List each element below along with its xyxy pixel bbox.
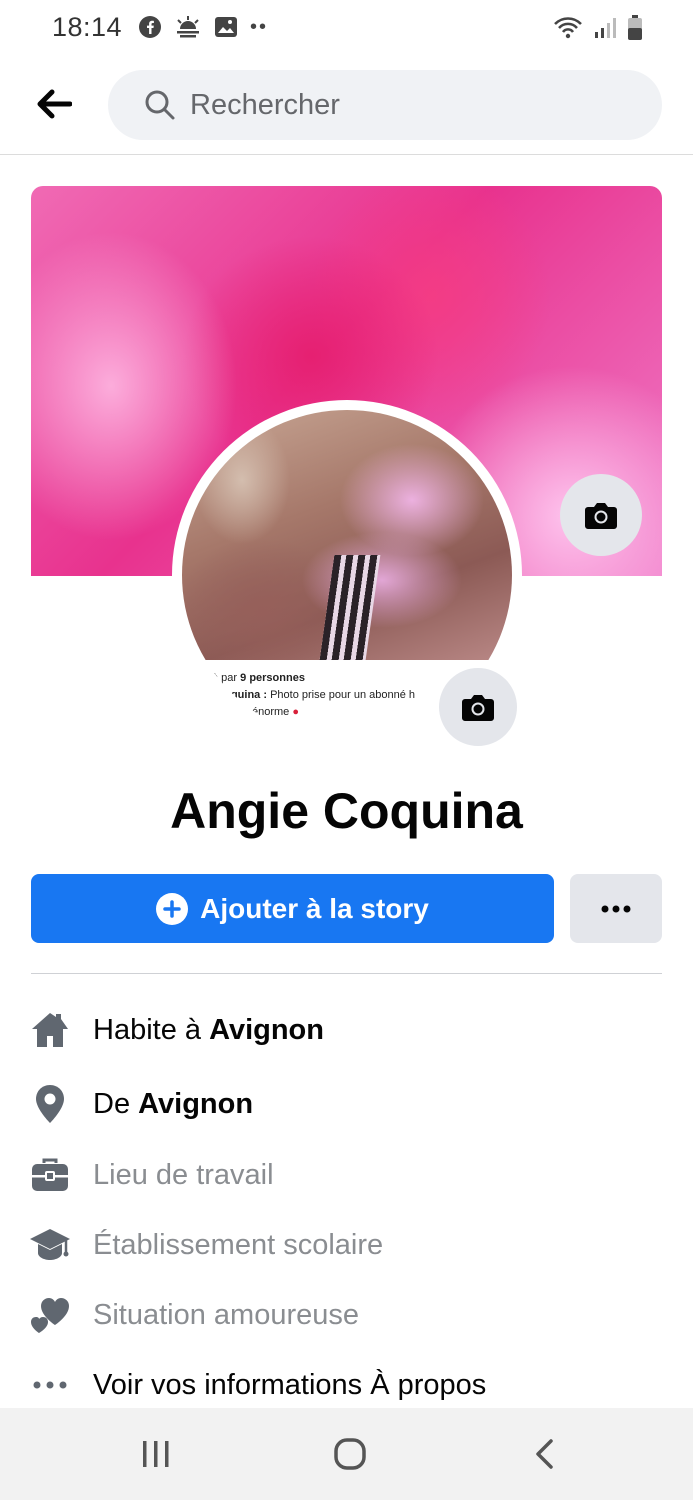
- location-pin-icon: [28, 1082, 72, 1126]
- home-icon: [28, 1008, 72, 1052]
- see-about-info-text: Voir vos informations À propos: [93, 1368, 487, 1401]
- chevron-left-icon: [536, 1439, 553, 1469]
- detail-workplace[interactable]: Lieu de travail: [0, 1145, 693, 1205]
- briefcase-icon: [28, 1153, 72, 1197]
- gallery-icon: [215, 17, 237, 37]
- home-circle-icon: [334, 1438, 366, 1470]
- camera-icon: [585, 503, 617, 529]
- add-to-story-label: Ajouter à la story: [200, 892, 429, 924]
- wifi-icon: [554, 17, 582, 39]
- detail-school-text: Établissement scolaire: [93, 1228, 384, 1261]
- see-about-info-link[interactable]: Voir vos informations À propos: [0, 1355, 693, 1415]
- add-to-story-button[interactable]: Ajouter à la story: [31, 874, 554, 943]
- profile-name: Angie Coquina: [170, 783, 523, 839]
- notification-icons: ••: [138, 15, 268, 39]
- divider: [31, 973, 662, 974]
- more-options-button[interactable]: [570, 874, 662, 943]
- facebook-icon: [139, 16, 161, 38]
- detail-relationship-text: Situation amoureuse: [93, 1298, 359, 1331]
- status-time: 18:14: [52, 12, 123, 42]
- search-input[interactable]: Rechercher: [108, 70, 662, 140]
- system-back-button[interactable]: [514, 1428, 574, 1480]
- plus-circle-icon: [156, 892, 189, 925]
- detail-lives-in: Habite à Avignon: [0, 1000, 693, 1060]
- detail-relationship[interactable]: Situation amoureuse: [0, 1285, 693, 1345]
- status-bar: 18:14 ••: [0, 0, 693, 58]
- hearts-icon: [28, 1293, 72, 1337]
- more-dots-icon: [601, 905, 631, 912]
- top-bar: Rechercher: [0, 58, 693, 155]
- back-button[interactable]: [30, 80, 78, 128]
- search-icon: [144, 88, 178, 122]
- battery-icon: [628, 15, 642, 40]
- detail-school[interactable]: Établissement scolaire: [0, 1215, 693, 1275]
- more-notifications-icon: ••: [250, 15, 269, 38]
- detail-from-text: De Avignon: [93, 1087, 254, 1120]
- detail-lives-in-text: Habite à Avignon: [93, 1013, 324, 1046]
- camera-icon: [462, 695, 494, 721]
- edit-cover-photo-button[interactable]: [560, 474, 642, 556]
- edit-profile-picture-button[interactable]: [437, 666, 519, 748]
- detail-workplace-text: Lieu de travail: [93, 1158, 274, 1191]
- profile-photo: [182, 410, 512, 660]
- signal-icon: [595, 18, 616, 38]
- weather-icon: [177, 16, 199, 38]
- system-navigation-bar: [0, 1408, 693, 1500]
- search-placeholder: Rechercher: [190, 88, 340, 121]
- striped-stocking: [319, 555, 381, 660]
- recent-apps-icon: [143, 1441, 169, 1467]
- back-arrow-icon: [37, 89, 72, 119]
- more-dots-icon: [28, 1363, 72, 1407]
- system-icons: [553, 15, 643, 41]
- graduation-cap-icon: [28, 1223, 72, 1267]
- kiss-icon: ●: [292, 706, 300, 718]
- detail-from: De Avignon: [0, 1074, 693, 1134]
- recent-apps-button[interactable]: [126, 1428, 186, 1480]
- home-button[interactable]: [320, 1428, 380, 1480]
